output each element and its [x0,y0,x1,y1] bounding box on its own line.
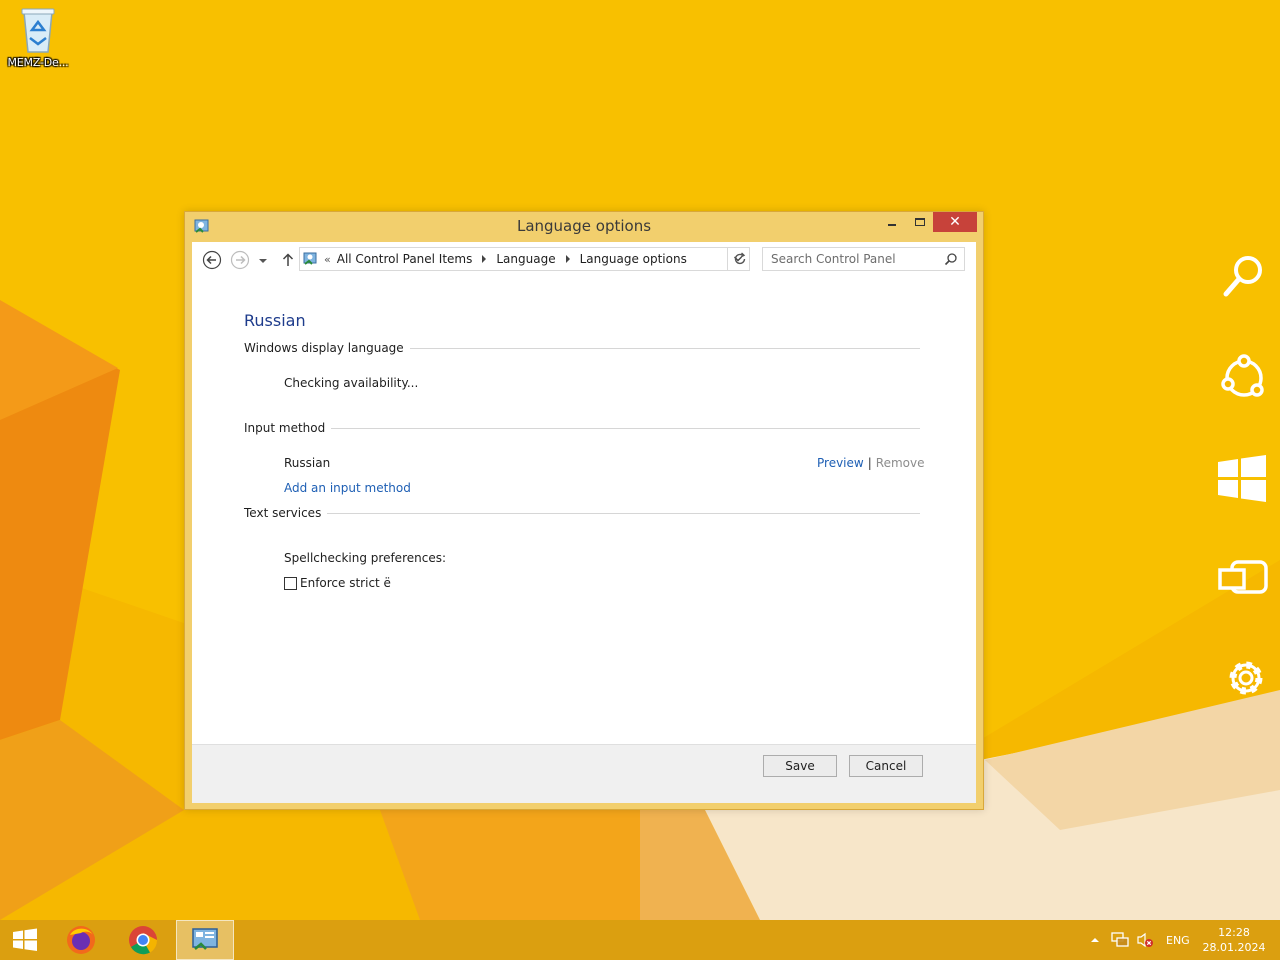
show-hidden-icons-button[interactable] [1090,920,1104,960]
windows-logo-icon [1218,455,1266,502]
refresh-icon [734,252,745,265]
breadcrumb-all-items[interactable]: All Control Panel Items [337,252,473,266]
back-button[interactable] [202,250,222,270]
enforce-strict-checkbox-row[interactable]: Enforce strict ё [284,576,391,590]
divider [327,512,920,514]
settings-icon [1229,661,1263,695]
charm-start[interactable] [1214,450,1270,506]
taskbar-chrome[interactable] [120,920,166,960]
volume-tray-button[interactable] [1136,920,1156,960]
page-title: Russian [244,311,306,330]
section-text-services: Text services [244,505,920,521]
network-tray-button[interactable] [1111,920,1131,960]
control-panel-icon [303,251,319,267]
enforce-strict-label[interactable]: Enforce strict ё [300,576,391,590]
search-icon[interactable] [944,252,958,266]
clock[interactable]: 12:28 28.01.2024 [1198,920,1270,960]
input-language-indicator[interactable]: ENG [1166,920,1190,960]
enforce-strict-checkbox[interactable] [284,576,297,590]
chevron-down-icon [259,259,267,263]
breadcrumb-arrow-icon[interactable] [565,255,570,263]
start-button[interactable] [0,920,50,960]
clock-date: 28.01.2024 [1202,941,1266,954]
charm-settings[interactable] [1214,650,1270,706]
preview-link[interactable]: Preview [817,456,864,470]
input-method-actions: Preview | Remove [817,456,924,470]
taskbar-control-panel[interactable] [176,920,234,960]
forward-button[interactable] [230,250,250,270]
taskbar: ENG 12:28 28.01.2024 [0,920,1280,960]
breadcrumb-arrow-icon[interactable] [482,255,487,263]
dialog-footer: Save Cancel [192,744,976,803]
language-options-window: Language options ✕ « All Control Panel I… [184,211,984,810]
breadcrumb-language-options[interactable]: Language options [580,252,687,266]
address-bar[interactable]: « All Control Panel Items Language Langu… [299,247,750,271]
up-button[interactable] [278,250,298,270]
breadcrumb-language[interactable]: Language [496,252,555,266]
minimize-button[interactable] [879,212,905,232]
minimize-icon [888,224,896,226]
breadcrumb: « All Control Panel Items Language Langu… [322,248,687,270]
title-bar[interactable]: Language options ✕ [185,212,983,242]
chevron-up-icon [1091,938,1099,942]
firefox-icon [67,926,95,954]
breadcrumb-overflow[interactable]: « [324,253,331,266]
volume-muted-icon [1137,932,1153,948]
charm-share[interactable] [1214,350,1270,406]
content-area: Russian Windows display language Checkin… [192,278,976,744]
network-icon [1111,932,1129,947]
window-title: Language options [516,217,652,235]
navigation-bar: « All Control Panel Items Language Langu… [192,242,976,278]
recycle-bin-icon [18,4,58,54]
divider [331,427,920,429]
section-display-language: Windows display language [244,340,920,356]
desktop-icon-label: MEMZ-De... [7,56,69,69]
maximize-icon [915,218,925,226]
section-heading: Windows display language [244,341,404,355]
back-arrow-icon [202,250,222,270]
search-icon [1223,256,1262,297]
spellcheck-label: Spellchecking preferences: [284,551,446,565]
input-method-name: Russian [284,456,331,470]
refresh-button[interactable] [727,247,751,271]
close-button[interactable]: ✕ [933,212,977,232]
desktop-icon-memz[interactable]: MEMZ-De... [2,4,74,69]
link-separator: | [867,456,872,470]
taskbar-firefox[interactable] [58,920,104,960]
availability-status: Checking availability... [284,376,419,390]
charm-devices[interactable] [1214,550,1270,606]
cancel-button[interactable]: Cancel [849,755,923,777]
section-heading: Input method [244,421,326,435]
up-arrow-icon [282,253,294,266]
remove-link[interactable]: Remove [876,456,925,470]
clock-time: 12:28 [1218,926,1250,939]
add-input-method-link[interactable]: Add an input method [284,481,411,495]
control-panel-icon [192,928,218,950]
divider [409,347,920,349]
maximize-button[interactable] [907,212,933,232]
share-icon [1221,354,1264,397]
charm-search[interactable] [1214,250,1270,306]
close-icon: ✕ [949,214,961,230]
devices-icon [1218,560,1268,594]
forward-arrow-icon [230,250,250,270]
save-button[interactable]: Save [763,755,837,777]
windows-logo-icon [13,928,37,951]
search-field[interactable] [762,247,965,271]
recent-locations-button[interactable] [256,250,270,270]
search-input[interactable] [763,248,939,270]
chrome-icon [129,926,158,955]
section-input-method: Input method [244,420,920,436]
section-heading: Text services [244,506,322,520]
